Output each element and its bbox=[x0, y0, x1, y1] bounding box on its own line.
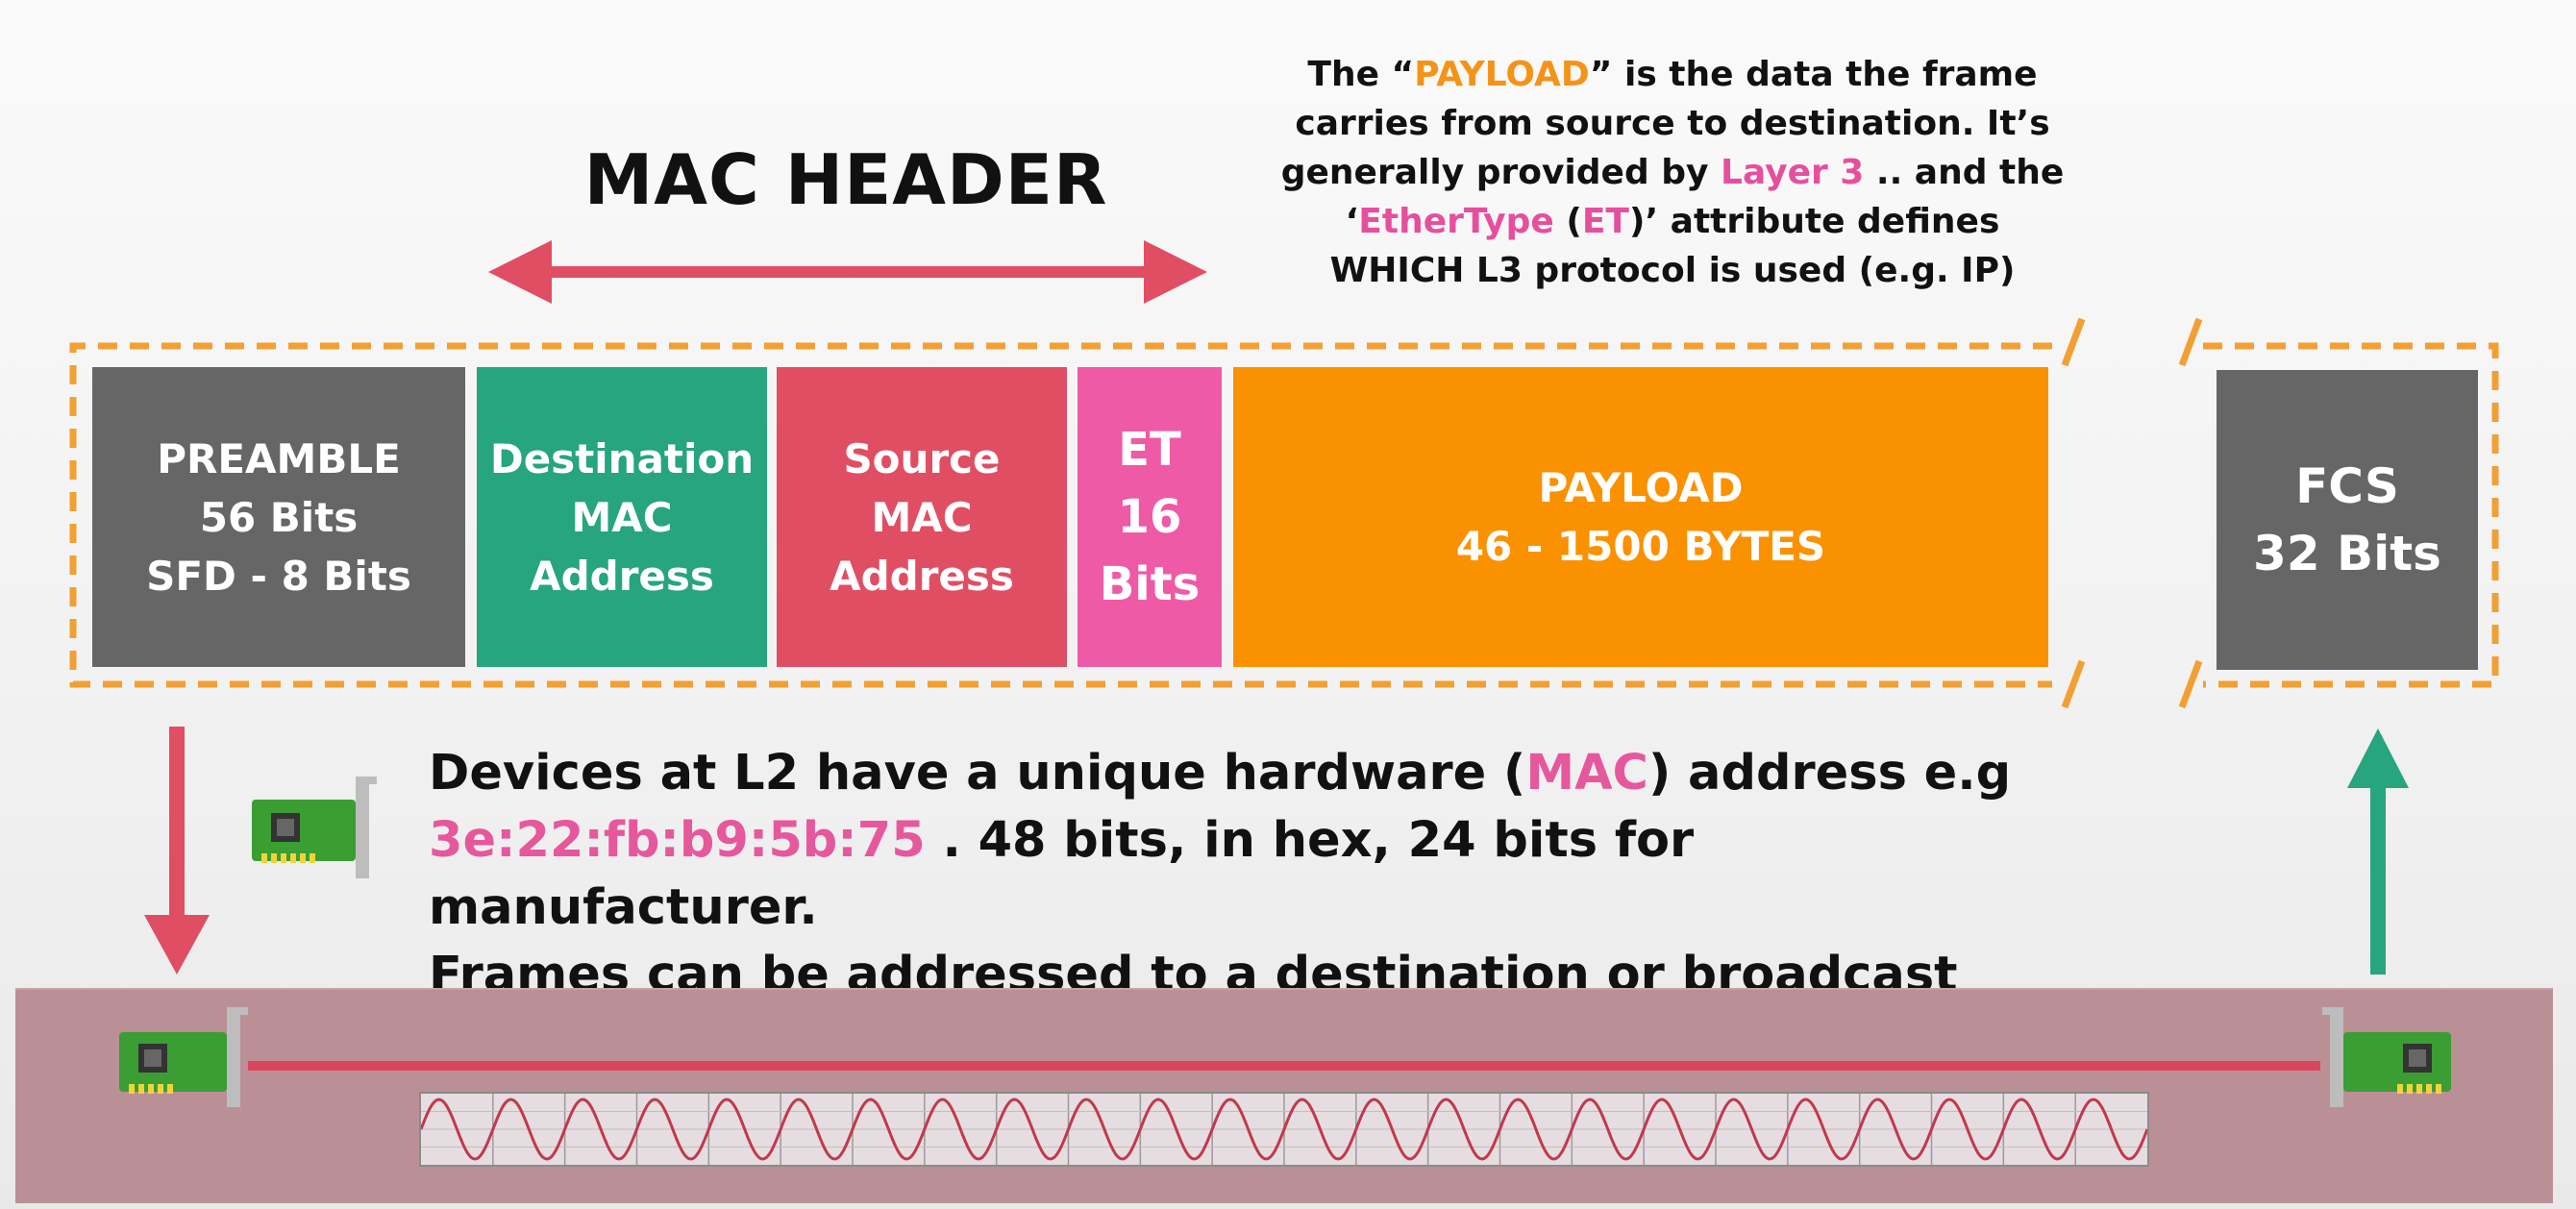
network-card-icon bbox=[252, 777, 377, 878]
source-mac-box: Source MAC Address bbox=[777, 367, 1067, 667]
red-down-arrow-icon bbox=[144, 727, 210, 975]
mac-header-span-arrow bbox=[488, 240, 1207, 304]
payload-box: PAYLOAD 46 - 1500 BYTES bbox=[1233, 367, 2048, 667]
example-mac-address: 3e:22:fb:b9:5b:75 bbox=[429, 812, 926, 869]
mac-header-title: MAC HEADER bbox=[583, 139, 1108, 220]
cable-line bbox=[248, 1061, 2320, 1071]
network-card-icon bbox=[119, 1007, 248, 1107]
payload-note: The “PAYLOAD” is the data the frame carr… bbox=[1280, 55, 2065, 290]
ethertype-box: ET 16 Bits bbox=[1077, 367, 1222, 667]
waveform-graphic bbox=[419, 1094, 2149, 1165]
ethertype-highlight: EtherType bbox=[1358, 202, 1554, 241]
mac-highlight: MAC bbox=[1525, 745, 1648, 802]
et-highlight: ET bbox=[1581, 202, 1629, 241]
payload-highlight: PAYLOAD bbox=[1414, 55, 1590, 94]
fcs-box: FCS 32 Bits bbox=[2217, 370, 2478, 670]
destination-mac-box: Destination MAC Address bbox=[477, 367, 767, 667]
layer3-highlight: Layer 3 bbox=[1721, 153, 1865, 192]
network-card-icon bbox=[2322, 1007, 2451, 1107]
preamble-box: PREAMBLE 56 Bits SFD - 8 Bits bbox=[92, 367, 465, 667]
signal-waveform bbox=[419, 1092, 2149, 1167]
green-up-arrow-icon bbox=[2347, 728, 2409, 975]
